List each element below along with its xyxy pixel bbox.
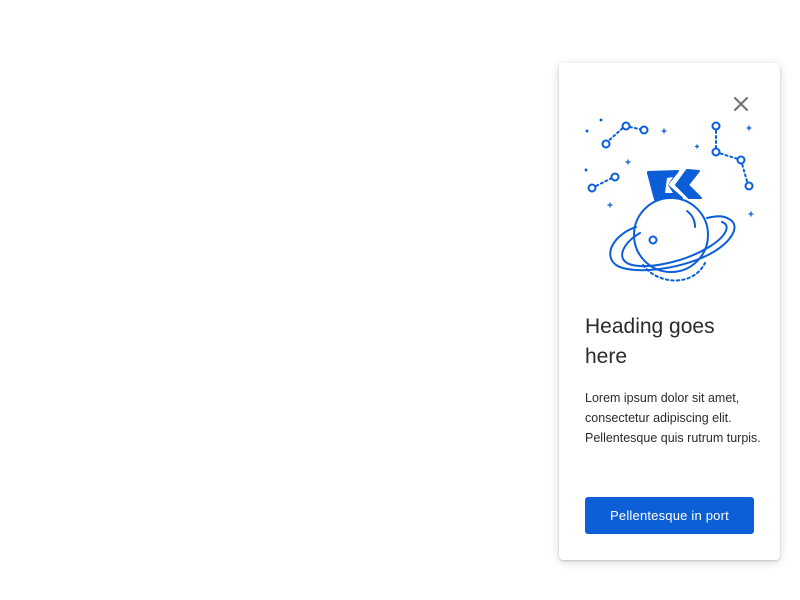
close-icon[interactable] (734, 97, 748, 111)
planet-flag-illustration (584, 118, 754, 282)
onboarding-card: Heading goes here Lorem ipsum dolor sit … (559, 63, 780, 560)
page-background: Heading goes here Lorem ipsum dolor sit … (0, 0, 800, 600)
card-heading: Heading goes here (585, 315, 715, 368)
primary-action-button[interactable]: Pellentesque in port (585, 497, 754, 534)
constellation-lower-left-icon (587, 172, 620, 193)
planet-icon (609, 197, 736, 282)
constellation-right-icon (711, 121, 754, 191)
close-button[interactable] (732, 95, 750, 113)
card-body-text: Lorem ipsum dolor sit amet, consectetur … (585, 391, 761, 445)
constellation-left-icon (601, 121, 649, 149)
